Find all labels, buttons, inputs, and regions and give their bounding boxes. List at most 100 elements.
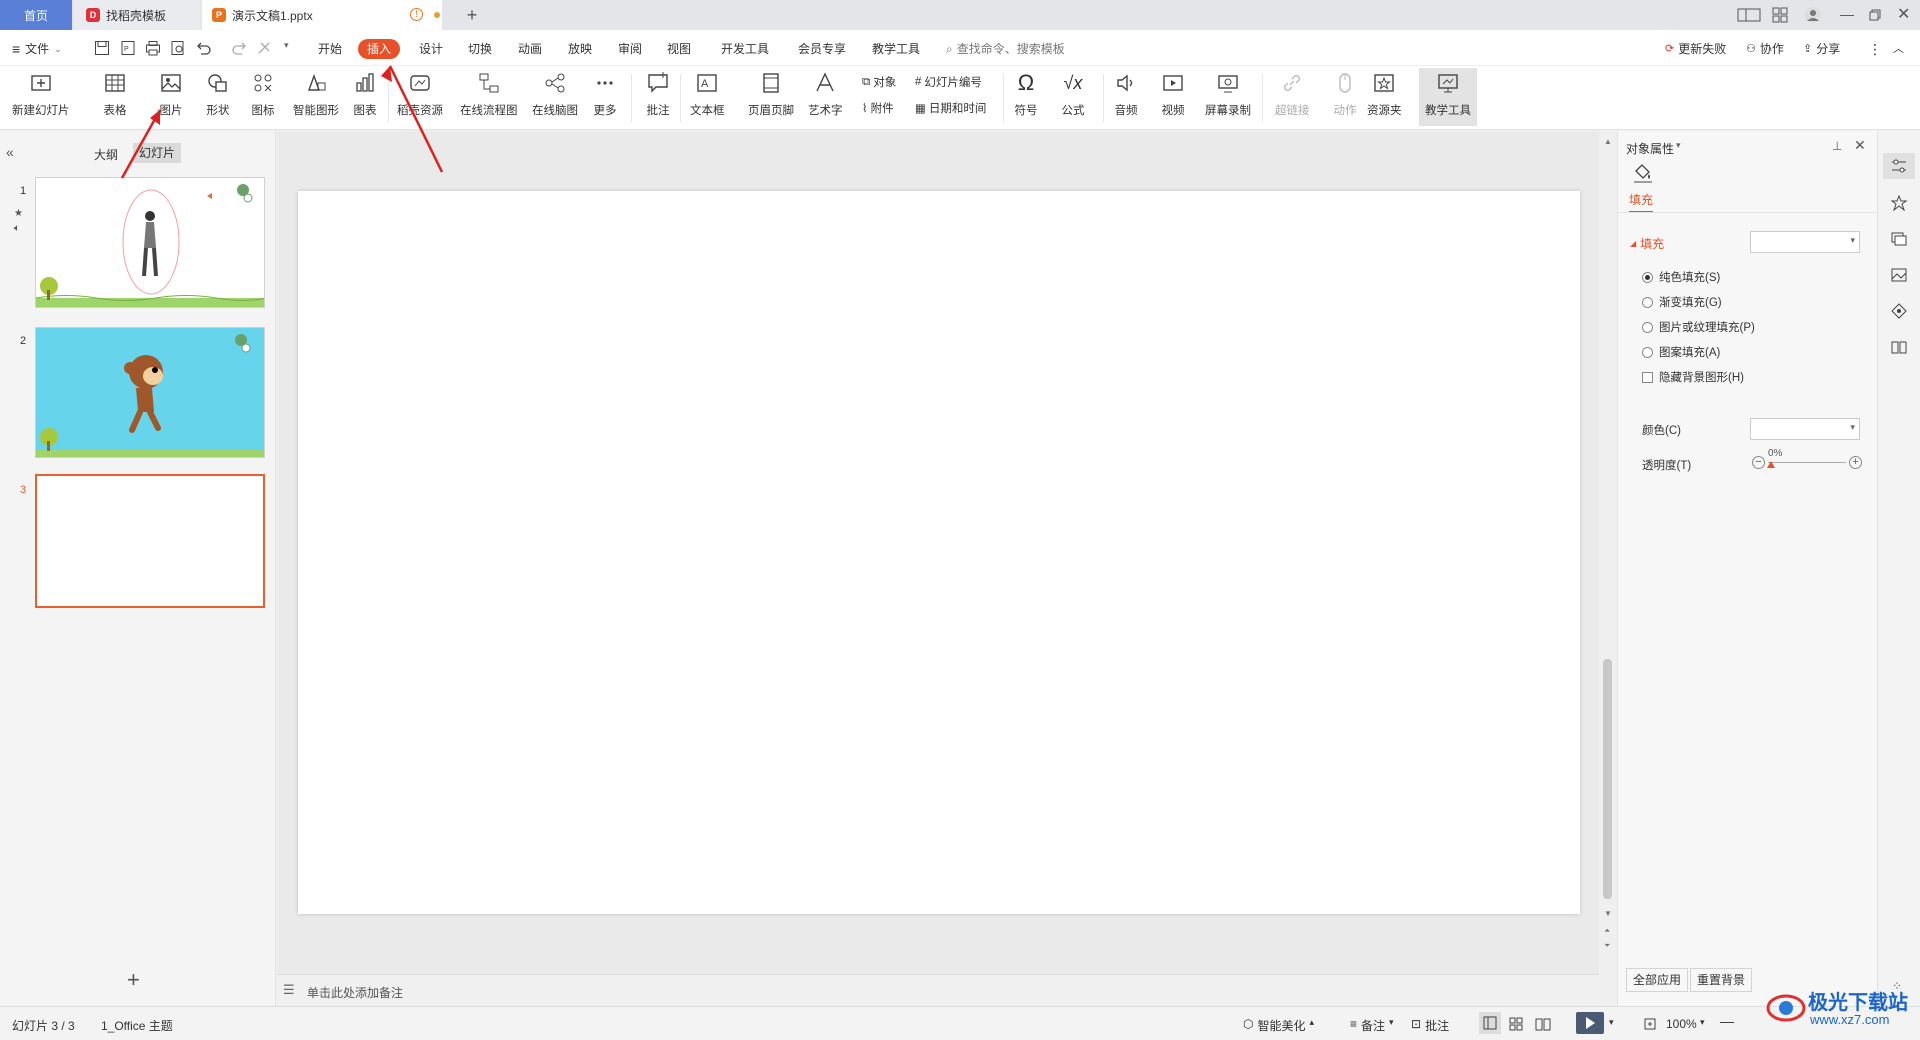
radio-pattern[interactable] [1642, 346, 1653, 358]
picture-tools-icon[interactable] [1890, 267, 1908, 283]
print-preview-icon[interactable] [170, 40, 186, 56]
increase-icon[interactable]: + [1849, 456, 1862, 469]
undo-icon[interactable] [195, 40, 211, 56]
book-icon[interactable] [1890, 339, 1908, 355]
comments-toggle-button[interactable]: ⊡ 批注 [1411, 1017, 1449, 1034]
zoom-out-icon[interactable]: — [1720, 1013, 1734, 1029]
symbol-button[interactable]: Ω 符号 [1013, 70, 1039, 118]
theme-name[interactable]: 1_Office 主题 [101, 1017, 173, 1034]
grid-apps-icon[interactable] [1772, 7, 1788, 23]
properties-icon[interactable] [1890, 158, 1908, 174]
screen-record-button[interactable]: 屏幕录制 [1205, 70, 1251, 118]
vertical-scrollbar[interactable]: ▲ ▼ ⏶ ⏷ [1599, 131, 1617, 1006]
fill-section-header[interactable]: ◢ 填充 [1630, 235, 1664, 252]
menu-transition[interactable]: 切换 [468, 39, 492, 59]
menu-teaching[interactable]: 教学工具 [872, 39, 920, 59]
command-search[interactable]: ⌕ 查找命令、搜索模板 [946, 39, 1065, 59]
hyperlink-button[interactable]: 超链接 [1275, 70, 1310, 118]
tab-slides[interactable]: 幻灯片 [133, 143, 182, 163]
more-options-icon[interactable]: ⋮ [1868, 39, 1882, 59]
smart-graphic-button[interactable]: 智能图形 [293, 70, 339, 118]
radio-picture[interactable] [1642, 321, 1653, 333]
slide-number-button[interactable]: # 幻灯片编号 [915, 74, 982, 90]
tab-home[interactable]: 首页 [0, 0, 72, 30]
save-icon[interactable] [94, 40, 110, 56]
format-painter-icon[interactable] [256, 40, 272, 56]
scrollbar-thumb[interactable] [1603, 659, 1612, 899]
collapse-ribbon-icon[interactable]: ︿ [1893, 39, 1904, 59]
tab-template[interactable]: D 找稻壳模板 [74, 0, 200, 30]
reading-view-icon[interactable] [1535, 1017, 1551, 1031]
pin-icon[interactable]: ⊥ [1832, 139, 1842, 153]
prev-slide-icon[interactable]: ⏶ [1604, 926, 1610, 936]
animation-icon[interactable] [1890, 195, 1908, 211]
docer-resources-button[interactable]: 稻壳资源 [397, 70, 443, 118]
picture-button[interactable]: 图片 [158, 70, 184, 118]
attachment-button[interactable]: ⌇ 附件 [862, 100, 894, 116]
radio-gradient[interactable] [1642, 296, 1653, 308]
shape-button[interactable]: 形状 [205, 70, 231, 118]
comment-button[interactable]: 批注 [645, 70, 671, 118]
add-slide-button[interactable]: + [127, 967, 140, 993]
scroll-down-icon[interactable]: ▼ [1604, 909, 1612, 918]
tab-outline[interactable]: 大纲 [94, 146, 118, 163]
transition-icon[interactable] [1890, 231, 1908, 247]
table-button[interactable]: 表格 [102, 70, 128, 118]
reset-background-button[interactable]: 重置背景 [1690, 968, 1753, 992]
menu-member[interactable]: 会员专享 [798, 39, 846, 59]
update-failed-button[interactable]: ⟳ 更新失败 [1665, 39, 1726, 59]
transparency-slider[interactable]: − 0% + [1752, 448, 1864, 474]
zoom-options-icon[interactable]: ▾ [1700, 1017, 1705, 1028]
next-slide-icon[interactable]: ⏷ [1604, 941, 1610, 951]
scroll-up-icon[interactable]: ▲ [1604, 137, 1612, 146]
slide-thumbnail-3[interactable] [35, 474, 265, 608]
menu-insert[interactable]: 插入 [358, 39, 401, 59]
slide-thumbnail-2[interactable] [35, 327, 265, 458]
notes-bar[interactable]: ☰ 单击此处添加备注 [277, 974, 1599, 1006]
new-slide-button[interactable]: 新建幻灯片 [12, 70, 70, 118]
minimize-icon[interactable]: — [1840, 6, 1854, 22]
layout-icon[interactable] [1737, 7, 1761, 23]
fit-window-icon[interactable] [1643, 1017, 1657, 1031]
action-button[interactable]: 动作 [1332, 70, 1358, 118]
menu-animation[interactable]: 动画 [518, 39, 542, 59]
notes-toggle-button[interactable]: ≡ 备注 ▾ [1350, 1017, 1394, 1034]
header-footer-button[interactable]: 页眉页脚 [748, 70, 794, 118]
video-button[interactable]: 视频 [1160, 70, 1186, 118]
locate-icon[interactable] [1890, 303, 1908, 319]
slider-handle[interactable] [1767, 461, 1775, 468]
audio-button[interactable]: 音频 [1113, 70, 1139, 118]
fill-option-solid[interactable]: 纯色填充(S) [1642, 269, 1720, 285]
zoom-level[interactable]: 100% [1666, 1017, 1697, 1031]
fill-type-dropdown[interactable] [1750, 231, 1860, 253]
normal-view-button[interactable] [1479, 1012, 1501, 1034]
fill-option-gradient[interactable]: 渐变填充(G) [1642, 294, 1722, 310]
teaching-tools-button[interactable]: 教学工具 [1419, 68, 1477, 126]
print-icon[interactable] [145, 40, 161, 56]
file-menu[interactable]: ≡ 文件 ⌄ [12, 39, 62, 59]
formula-button[interactable]: √x 公式 [1060, 70, 1086, 118]
play-slideshow-button[interactable] [1576, 1012, 1604, 1034]
close-panel-icon[interactable]: ✕ [1854, 137, 1866, 154]
avatar[interactable] [1804, 6, 1822, 24]
hide-background-checkbox[interactable]: 隐藏背景图形(H) [1642, 369, 1744, 385]
notes-placeholder[interactable]: 单击此处添加备注 [307, 984, 403, 1001]
slide-sorter-icon[interactable] [1509, 1017, 1523, 1031]
decrease-icon[interactable]: − [1752, 456, 1765, 469]
icon-button[interactable]: 图标 [250, 70, 276, 118]
slider-track[interactable] [1768, 462, 1846, 463]
menu-developer[interactable]: 开发工具 [721, 39, 769, 59]
smart-beautify-button[interactable]: ⬡ 智能美化 ▴ [1243, 1017, 1314, 1034]
object-button[interactable]: ⧉ 对象 [862, 74, 896, 90]
slide-thumbnail-1[interactable] [35, 177, 265, 308]
warning-icon[interactable]: ! [410, 8, 423, 21]
redo-icon[interactable] [232, 40, 248, 56]
radio-solid[interactable] [1642, 271, 1653, 283]
wordart-button[interactable]: 艺术字 [808, 70, 843, 118]
paint-bucket-icon[interactable] [1632, 163, 1654, 183]
new-tab-button[interactable]: + [462, 0, 482, 30]
fill-option-pattern[interactable]: 图案填充(A) [1642, 344, 1720, 360]
color-dropdown[interactable] [1750, 418, 1860, 440]
more-button[interactable]: 更多 [592, 70, 618, 118]
panel-title[interactable]: 对象属性 ▾ [1626, 140, 1681, 157]
